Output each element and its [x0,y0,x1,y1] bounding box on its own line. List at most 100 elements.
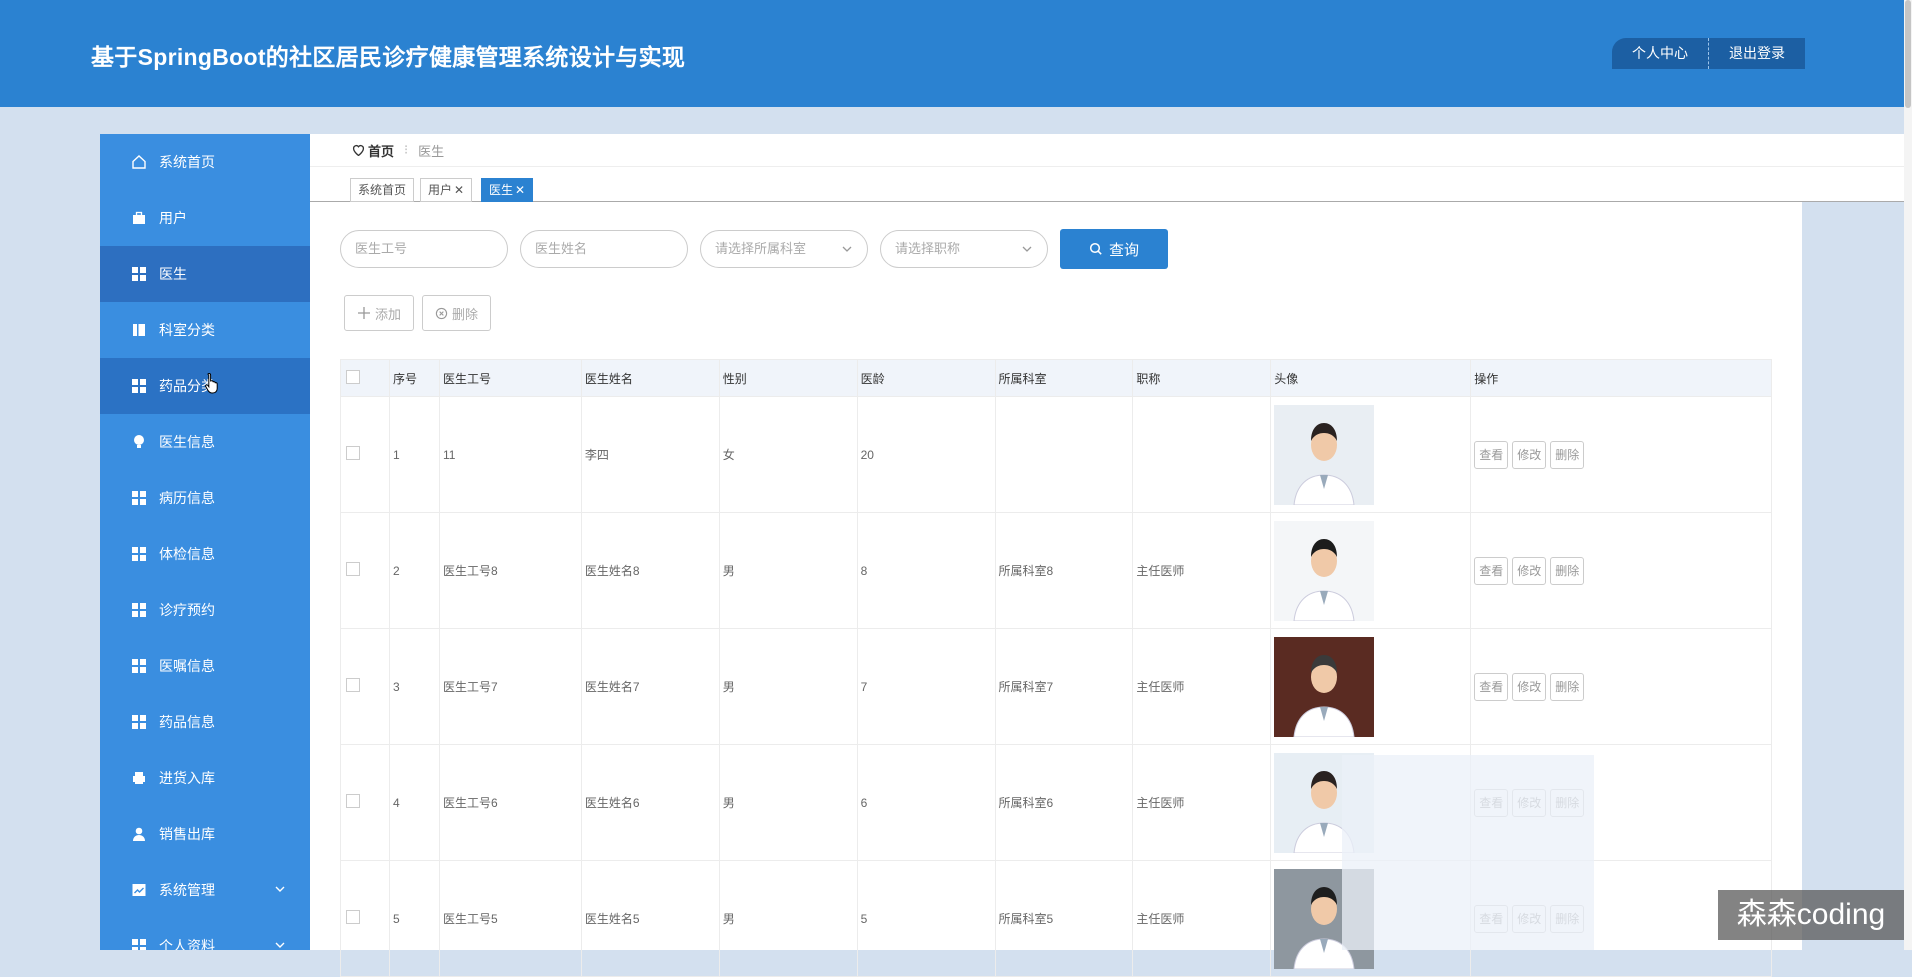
search-bar: 医生工号 医生姓名 请选择所属科室 请选择职称 查询 [340,229,1168,269]
gender-cell: 男 [718,512,858,629]
sidebar: 系统首页 用户医生科室分类 药品分类 医生信息病历信息体检信息诊疗预约 医嘱信息药品信息… [100,134,310,950]
sidebar-item-label: 病历信息 [159,490,215,506]
row-checkbox[interactable] [346,678,360,692]
delete-button[interactable]: 删除 [422,295,492,331]
sidebar-item[interactable]: 用户 [100,190,310,246]
add-button[interactable]: 添加 [344,295,415,331]
close-icon[interactable]: ✕ [515,183,525,197]
sidebar-item[interactable]: 系统管理 [100,862,310,918]
heart-icon [352,145,365,156]
sidebar-item[interactable]: 病历信息 [100,470,310,526]
sidebar-item[interactable]: 药品信息 [100,694,310,750]
edit-button[interactable]: 修改 [1512,672,1547,701]
department-cell [994,396,1134,513]
select-all-checkbox[interactable] [346,369,360,384]
sidebar-item-label: 药品信息 [159,714,215,730]
title-cell [1132,396,1272,513]
sidebar-item[interactable]: 诊疗预约 [100,582,310,638]
doctor-name-cell: 医生姓名6 [580,744,720,861]
table-row[interactable]: 2 医生工号8 医生姓名8 男 8 所属科室8 主任医师 查看 修改 删除 [340,512,1772,629]
row-checkbox[interactable] [346,794,360,808]
delete-row-button[interactable]: 删除 [1550,556,1585,585]
row-checkbox[interactable] [346,446,360,460]
logout-button[interactable]: 退出登录 [1709,38,1805,69]
close-icon[interactable]: ✕ [454,183,464,197]
years-cell: 8 [856,512,996,629]
select-all-cell[interactable] [340,359,390,397]
delete-row-button[interactable]: 删除 [1550,672,1585,701]
column-header: 性别 [718,359,858,397]
tab-doctor[interactable]: 医生 ✕ [481,178,534,202]
mouse-cursor-icon [205,372,219,397]
grid-icon [131,490,147,506]
sidebar-item[interactable]: 药品分类 [100,358,310,414]
view-button[interactable]: 查看 [1474,556,1509,585]
row-actions-cell: 查看修改删除 [1470,628,1772,745]
user-icon [131,826,147,842]
row-number: 3 [388,628,440,745]
grid-icon [131,266,147,282]
gender-cell: 男 [718,744,858,861]
sidebar-item[interactable]: 个人资料 [100,918,310,950]
grid-icon [131,378,147,394]
row-checkbox-cell[interactable] [340,396,390,513]
doctor-no-cell: 医生工号6 [438,744,582,861]
page-scrollbar-thumb[interactable] [1905,0,1911,108]
gender-cell: 男 [718,860,858,977]
row-checkbox-cell[interactable] [340,628,390,745]
view-button[interactable]: 查看 [1474,440,1509,469]
grid-icon [131,714,147,730]
title-select[interactable]: 请选择职称 [880,230,1048,268]
view-button[interactable]: 查看 [1474,672,1509,701]
page-scrollbar[interactable] [1904,0,1912,950]
chevron-down-icon[interactable] [274,938,288,950]
blurred-overlay [1342,755,1594,950]
doctor-no-input[interactable]: 医生工号 [340,230,508,268]
personal-center-button[interactable]: 个人中心 [1612,38,1709,69]
plus-icon [358,307,370,319]
sidebar-item-label: 体检信息 [159,546,215,562]
sidebar-item[interactable]: 销售出库 [100,806,310,862]
row-number: 2 [388,512,440,629]
sidebar-item[interactable]: 系统首页 [100,134,310,190]
query-button[interactable]: 查询 [1060,229,1168,269]
delete-row-button[interactable]: 删除 [1550,440,1585,469]
department-cell: 所属科室7 [994,628,1134,745]
row-checkbox-cell[interactable] [340,512,390,629]
row-checkbox[interactable] [346,562,360,576]
row-checkbox-cell[interactable] [340,744,390,861]
content-area: 首页 ⁝ 医生 系统首页 用户 ✕ 医生 ✕ 医生工号 医生姓名 请选择所属科室 请… [310,134,1904,977]
row-checkbox[interactable] [346,910,360,924]
chevron-down-icon[interactable] [274,882,288,896]
doctor-avatar [1274,636,1375,737]
sidebar-item[interactable]: 医生 [100,246,310,302]
sidebar-item[interactable]: 进货入库 [100,750,310,806]
row-actions-cell: 查看修改删除 [1470,396,1772,513]
gender-cell: 女 [718,396,858,513]
column-header: 序号 [388,359,440,397]
chart-icon [131,882,147,898]
edit-button[interactable]: 修改 [1512,440,1547,469]
action-bar: 添加 删除 [344,295,499,331]
row-checkbox-cell[interactable] [340,860,390,977]
doctor-avatar [1274,520,1375,621]
tab-label: 用户 [428,183,453,197]
tab-user[interactable]: 用户 ✕ [420,178,473,202]
sidebar-item-label: 医生 [159,266,187,282]
avatar-cell [1270,512,1472,629]
gender-cell: 男 [718,628,858,745]
bulb-icon [131,434,147,450]
column-header: 职称 [1132,359,1272,397]
department-select[interactable]: 请选择所属科室 [700,230,868,268]
department-select-placeholder: 请选择所属科室 [715,241,807,256]
table-row[interactable]: 1 11 李四女 20 查看 修改 删除 [340,396,1772,513]
sidebar-item[interactable]: 医嘱信息 [100,638,310,694]
table-row[interactable]: 3 医生工号7 医生姓名7 男 7 所属科室7 主任医师 查看 修改 删除 [340,628,1772,745]
doctor-name-input[interactable]: 医生姓名 [520,230,688,268]
sidebar-item[interactable]: 体检信息 [100,526,310,582]
edit-button[interactable]: 修改 [1512,556,1547,585]
sidebar-item[interactable]: 科室分类 [100,302,310,358]
tab-home[interactable]: 系统首页 [350,178,415,202]
sidebar-item[interactable]: 医生信息 [100,414,310,470]
breadcrumb-home[interactable]: 首页 [352,141,394,160]
